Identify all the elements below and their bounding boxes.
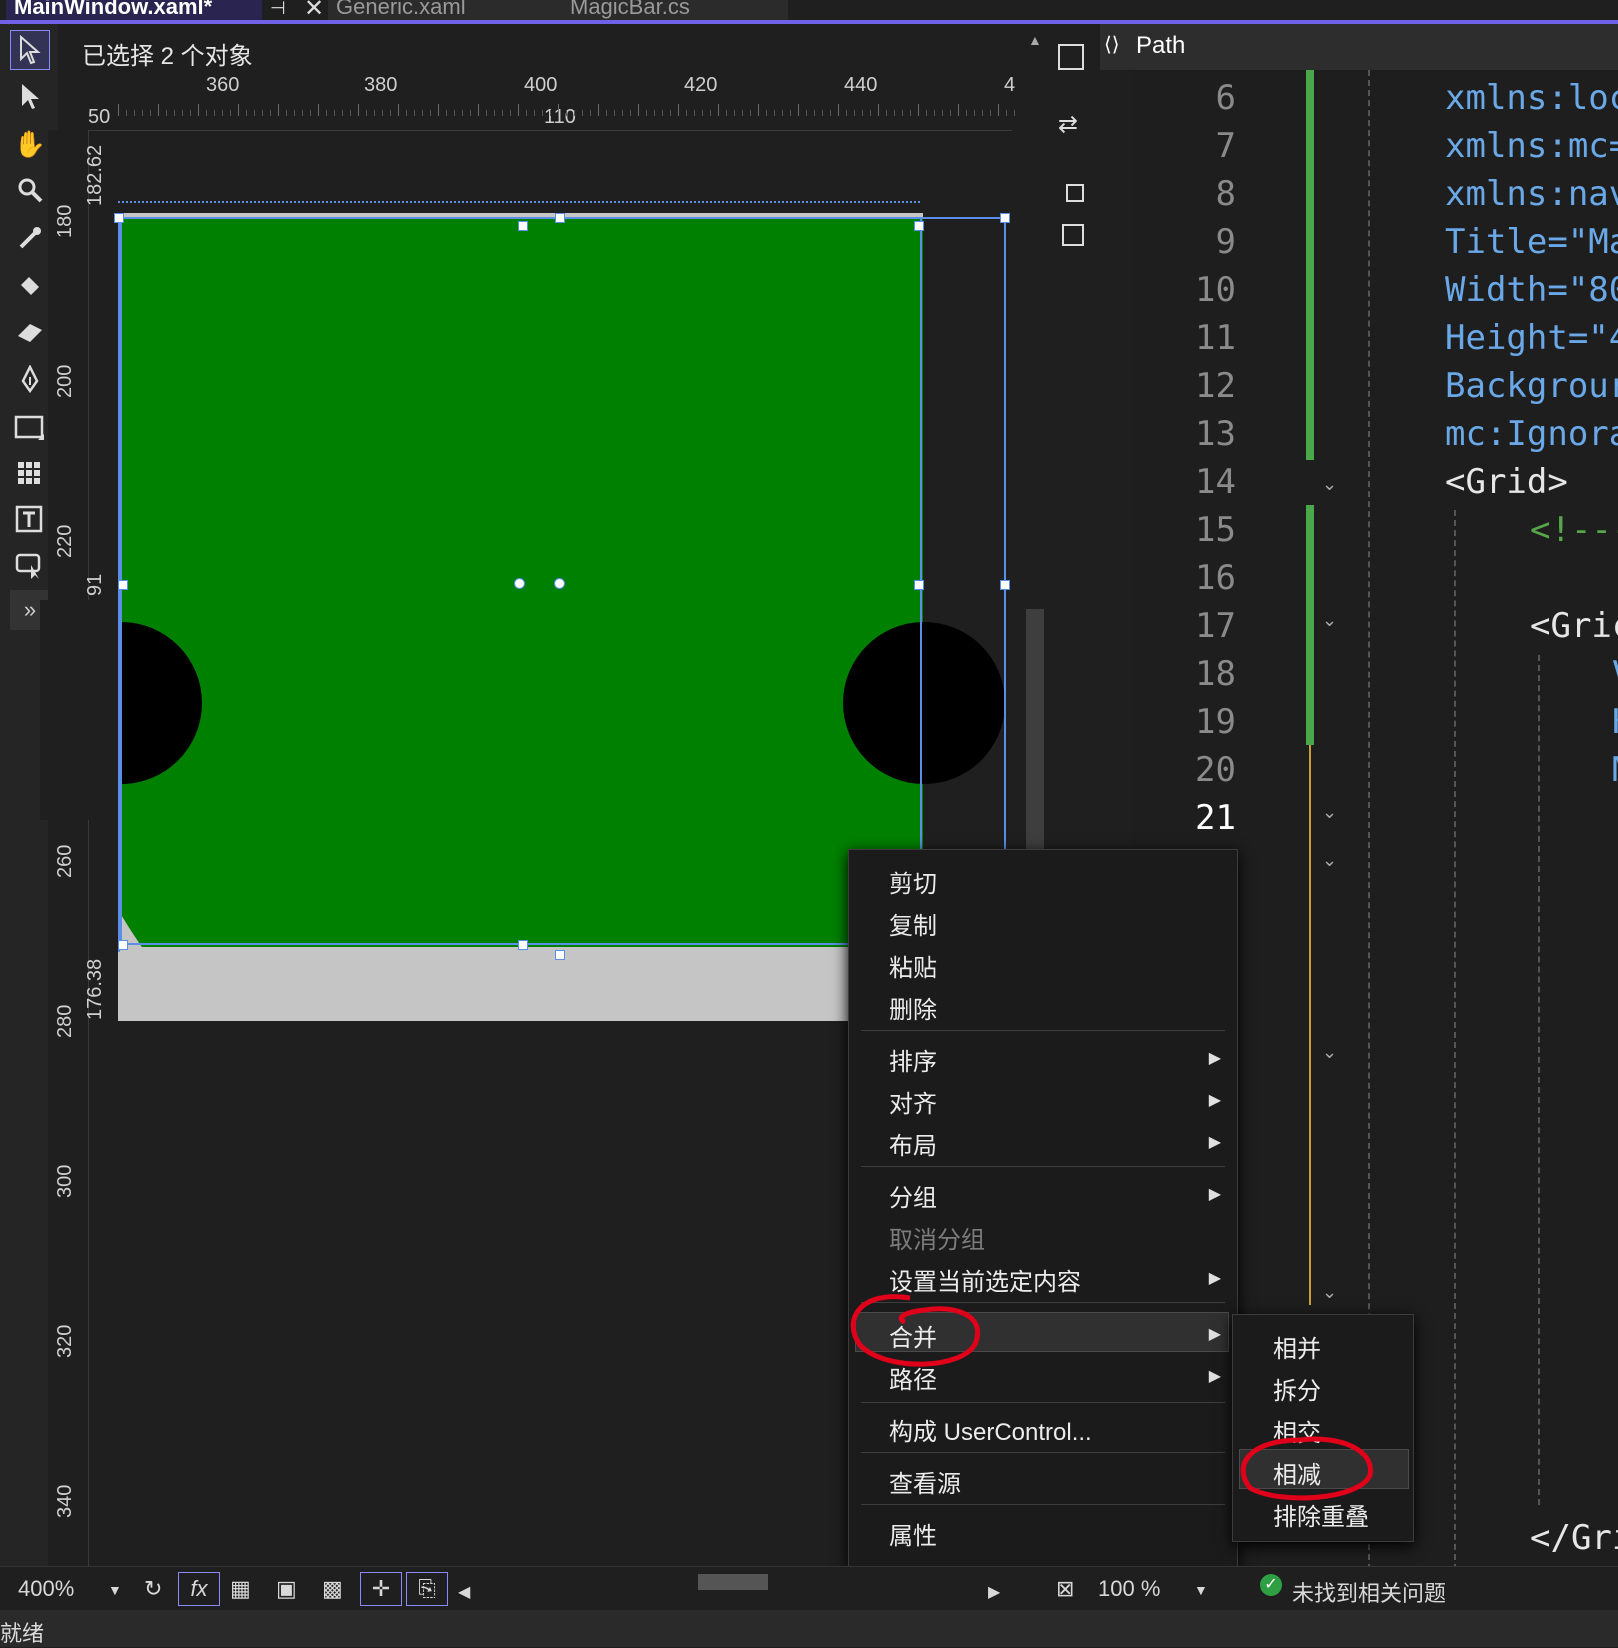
- hand-drawn-annotations: [850, 1294, 1373, 1501]
- annotation-circle: [850, 1294, 981, 1367]
- snap-grid-icon[interactable]: ▣: [276, 1576, 297, 1602]
- status-bar: 就绪: [0, 1610, 1618, 1647]
- annotation-circle: [1240, 1436, 1373, 1501]
- status-text: 就绪: [0, 1621, 45, 1646]
- grid-toggle-icon[interactable]: ▦: [230, 1576, 251, 1602]
- editor-zoom-dropdown-icon[interactable]: ▼: [1194, 1582, 1208, 1598]
- zoom-fit-icon[interactable]: ⊠: [1056, 1576, 1074, 1602]
- snap-lines-icon[interactable]: ✛: [360, 1572, 402, 1606]
- issues-status[interactable]: 未找到相关问题: [1292, 1576, 1446, 1608]
- refresh-icon[interactable]: ↻: [144, 1576, 162, 1602]
- horizontal-scroll-thumb[interactable]: [698, 1574, 768, 1590]
- scroll-left-icon[interactable]: ◀: [458, 1582, 470, 1602]
- effects-icon[interactable]: fx: [178, 1572, 220, 1606]
- editor-zoom-level[interactable]: 100 %: [1098, 1576, 1160, 1602]
- device-icon[interactable]: ⎘: [406, 1572, 448, 1606]
- zoom-dropdown-icon[interactable]: ▼: [108, 1582, 122, 1598]
- scroll-right-icon[interactable]: ▶: [988, 1582, 1000, 1602]
- check-circle-icon: ✓: [1260, 1574, 1282, 1596]
- zoom-level[interactable]: 400%: [18, 1576, 74, 1602]
- artboard-bg-icon[interactable]: ▩: [322, 1576, 343, 1602]
